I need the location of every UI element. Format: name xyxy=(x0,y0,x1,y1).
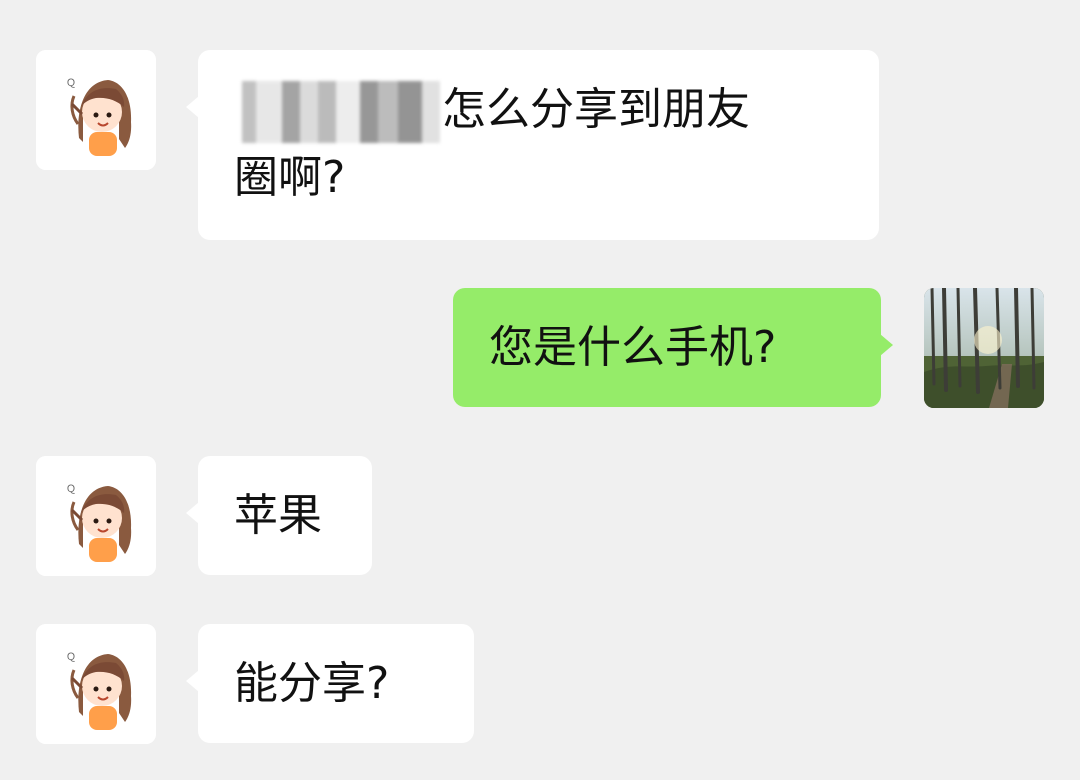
message-text: 您是什么手机? xyxy=(489,322,777,373)
bubble-tail-left xyxy=(186,670,199,692)
bubble-tail-left xyxy=(186,502,199,524)
bubble-tail-right xyxy=(880,334,893,356)
message-text-line-1: 怎么分享到朋友 xyxy=(442,84,750,135)
svg-text:Ｑ: Ｑ xyxy=(66,78,76,89)
message-line-1: 怎么分享到朋友 xyxy=(234,76,843,144)
incoming-message-1[interactable]: 怎么分享到朋友 圈啊? xyxy=(186,50,879,240)
svg-text:Ｑ: Ｑ xyxy=(66,484,76,495)
contact-avatar[interactable]: Ｑ xyxy=(36,50,156,170)
message-text: 苹果 xyxy=(234,490,322,541)
girl-avatar-icon: Ｑ xyxy=(36,624,156,744)
outgoing-message-2[interactable]: 您是什么手机? xyxy=(453,288,893,407)
self-avatar[interactable] xyxy=(924,288,1044,408)
incoming-message-4[interactable]: 能分享? xyxy=(186,624,474,743)
svg-text:Ｑ: Ｑ xyxy=(66,652,76,663)
girl-avatar-icon: Ｑ xyxy=(36,456,156,576)
contact-avatar[interactable]: Ｑ xyxy=(36,456,156,576)
girl-avatar-icon: Ｑ xyxy=(36,50,156,170)
bubble-tail-left xyxy=(186,96,199,118)
incoming-message-3[interactable]: 苹果 xyxy=(186,456,372,575)
forest-photo-avatar xyxy=(924,288,1044,408)
contact-avatar[interactable]: Ｑ xyxy=(36,624,156,744)
message-text: 能分享? xyxy=(234,658,390,709)
message-text-line-2: 圈啊? xyxy=(234,152,346,203)
blurred-text xyxy=(234,81,440,143)
